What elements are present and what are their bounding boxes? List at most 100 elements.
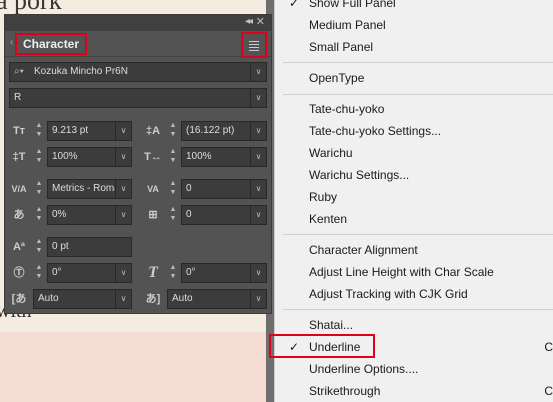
menu-item-shortcut: C: [544, 340, 553, 354]
rotation-select[interactable]: 0° ∨: [47, 263, 132, 283]
menu-item-label: Small Panel: [309, 40, 374, 54]
menu-item-label: Adjust Tracking with CJK Grid: [309, 287, 468, 301]
search-icon: ⌕▾: [14, 66, 24, 77]
panel-menu-button[interactable]: [241, 32, 267, 58]
font-family-value: Kozuka Mincho Pr6N: [34, 66, 128, 77]
chevron-down-icon[interactable]: ∨: [115, 122, 131, 140]
menu-item-warichu[interactable]: Warichu: [275, 142, 553, 164]
chevron-down-icon[interactable]: ∨: [250, 122, 266, 140]
horizontal-scale-input[interactable]: 100% ∨: [181, 147, 267, 167]
menu-separator: [283, 309, 553, 310]
baseline-shift-input[interactable]: 0 pt: [47, 237, 132, 257]
baseline-shift-icon: Aª: [12, 241, 25, 253]
menu-separator: [283, 62, 553, 63]
menu-item-small-panel[interactable]: Small Panel: [275, 36, 553, 58]
menu-item-character-alignment[interactable]: Character Alignment: [275, 239, 553, 261]
chevron-down-icon[interactable]: ∨: [250, 180, 266, 198]
chevron-down-icon[interactable]: ∨: [250, 63, 266, 81]
menu-item-label: Strikethrough: [309, 384, 381, 398]
font-style-select[interactable]: R ∨: [9, 88, 267, 108]
kerning-icon: V/A: [11, 184, 27, 194]
menu-item-label: Adjust Line Height with Char Scale: [309, 265, 494, 279]
horizontal-scale-value: 100%: [186, 151, 212, 162]
tsume-select[interactable]: 0% ∨: [47, 205, 132, 225]
character-rotation-icon: Ⓣ: [13, 267, 25, 279]
aki-icon: ⊞: [148, 209, 158, 221]
menu-item-shatai[interactable]: Shatai...: [275, 314, 553, 336]
menu-item-shortcut: C: [544, 384, 553, 398]
leading-icon: ‡A: [145, 125, 161, 137]
tracking-stepper[interactable]: ▲ ▼: [167, 179, 179, 199]
rotation-value: 0°: [52, 267, 62, 278]
menu-item-opentype[interactable]: OpenType: [275, 67, 553, 89]
menu-item-label: Tate-chu-yoko: [309, 102, 385, 116]
menu-item-label: Kenten: [309, 212, 348, 226]
chevron-down-icon[interactable]: ∨: [250, 206, 266, 224]
leading-input[interactable]: (16.122 pt) ∨: [181, 121, 267, 141]
menu-item-adjust-tracking[interactable]: Adjust Tracking with CJK Grid: [275, 283, 553, 305]
chevron-down-icon[interactable]: ∨: [250, 264, 266, 282]
menu-item-medium-panel[interactable]: Medium Panel: [275, 14, 553, 36]
kerning-stepper[interactable]: ▲ ▼: [33, 179, 45, 199]
panel-title-bar[interactable]: ◂◂ ✕: [5, 15, 271, 31]
aki-stepper[interactable]: ▲ ▼: [167, 205, 179, 225]
font-size-stepper[interactable]: ▲ ▼: [33, 121, 45, 141]
tab-expand-icon[interactable]: ‹: [10, 37, 13, 48]
menu-item-label: Underline Options....: [309, 362, 419, 376]
font-size-input[interactable]: 9.213 pt ∨: [47, 121, 132, 141]
chevron-down-icon[interactable]: ∨: [115, 180, 131, 198]
skew-icon: T: [148, 264, 158, 281]
aki-left-select[interactable]: Auto ∨: [33, 289, 132, 309]
chevron-down-icon[interactable]: ∨: [115, 148, 131, 166]
skew-value: 0°: [186, 267, 196, 278]
menu-item-label: Warichu Settings...: [309, 168, 410, 182]
chevron-down-icon[interactable]: ∨: [250, 89, 266, 107]
chevron-down-icon[interactable]: ∨: [115, 290, 131, 308]
collapse-icon[interactable]: ◂◂: [245, 16, 253, 27]
tsume-stepper[interactable]: ▲ ▼: [33, 205, 45, 225]
menu-item-ruby[interactable]: Ruby: [275, 186, 553, 208]
baseline-shift-stepper[interactable]: ▲ ▼: [33, 237, 45, 257]
aki-right-value: Auto: [172, 293, 193, 304]
menu-lines-icon-3: [249, 47, 259, 48]
aki-right-icon: あ]: [145, 293, 161, 305]
tsume-value: 0%: [52, 209, 67, 220]
font-size-value: 9.213 pt: [52, 125, 89, 136]
menu-item-tate-chu-yoko-settings[interactable]: Tate-chu-yoko Settings...: [275, 120, 553, 142]
vertical-scale-input[interactable]: 100% ∨: [47, 147, 132, 167]
baseline-shift-value: 0 pt: [52, 241, 69, 252]
menu-lines-icon-4: [249, 50, 259, 51]
chevron-down-icon[interactable]: ∨: [250, 290, 266, 308]
skew-stepper[interactable]: ▲ ▼: [167, 263, 179, 283]
document-pink-block: [0, 332, 272, 402]
tab-character[interactable]: Character: [15, 33, 88, 55]
panel-flyout-menu: ✓ Show Full Panel Medium Panel Small Pan…: [269, 0, 553, 402]
aki-select[interactable]: 0 ∨: [181, 205, 267, 225]
tracking-select[interactable]: 0 ∨: [181, 179, 267, 199]
horizontal-scale-icon: T↔: [144, 151, 162, 163]
menu-separator: [283, 234, 553, 235]
menu-item-adjust-line-height[interactable]: Adjust Line Height with Char Scale: [275, 261, 553, 283]
menu-item-warichu-settings[interactable]: Warichu Settings...: [275, 164, 553, 186]
menu-item-label: OpenType: [309, 71, 365, 85]
chevron-down-icon[interactable]: ∨: [115, 206, 131, 224]
menu-item-strikethrough[interactable]: Strikethrough C: [275, 380, 553, 402]
vertical-scale-value: 100%: [52, 151, 78, 162]
chevron-down-icon[interactable]: ∨: [115, 264, 131, 282]
menu-item-underline-options[interactable]: Underline Options....: [275, 358, 553, 380]
kerning-select[interactable]: Metrics - Roman ∨: [47, 179, 132, 199]
vertical-scale-stepper[interactable]: ▲ ▼: [33, 147, 45, 167]
aki-right-select[interactable]: Auto ∨: [167, 289, 267, 309]
horizontal-scale-stepper[interactable]: ▲ ▼: [167, 147, 179, 167]
aki-value: 0: [186, 209, 192, 220]
menu-item-show-full-panel[interactable]: ✓ Show Full Panel: [275, 0, 553, 14]
rotation-stepper[interactable]: ▲ ▼: [33, 263, 45, 283]
font-family-select[interactable]: ⌕▾ Kozuka Mincho Pr6N ∨: [9, 62, 267, 82]
chevron-down-icon[interactable]: ∨: [250, 148, 266, 166]
menu-item-tate-chu-yoko[interactable]: Tate-chu-yoko: [275, 98, 553, 120]
menu-item-kenten[interactable]: Kenten: [275, 208, 553, 230]
menu-lines-icon-2: [249, 44, 259, 45]
leading-stepper[interactable]: ▲ ▼: [167, 121, 179, 141]
skew-select[interactable]: 0° ∨: [181, 263, 267, 283]
close-icon[interactable]: ✕: [256, 15, 265, 28]
